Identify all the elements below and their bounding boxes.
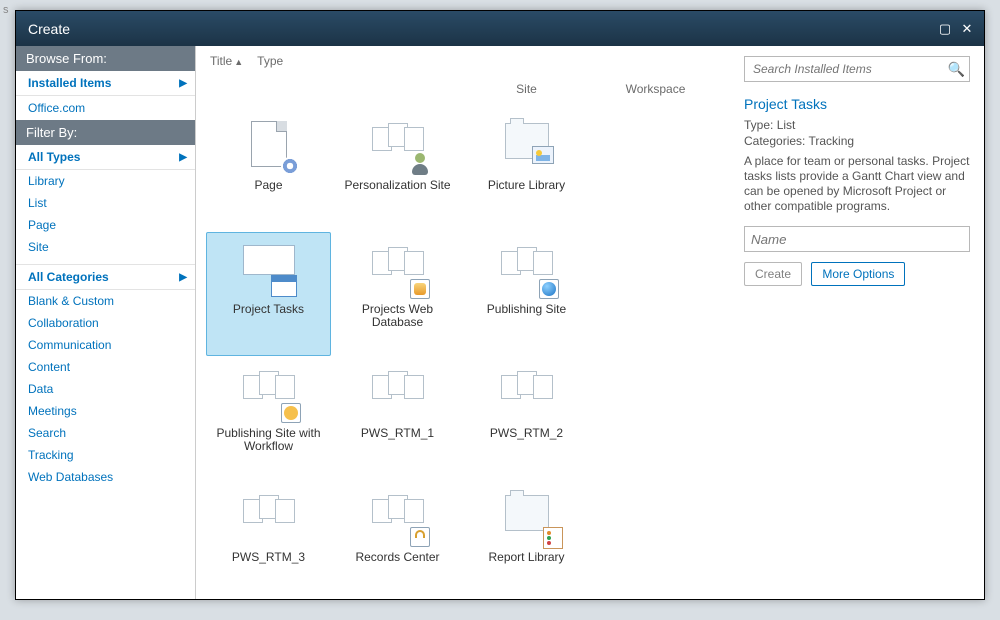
gallery-panel: Title▲ Type Site Workspace Page (196, 46, 734, 599)
filter-cat-content[interactable]: Content (16, 356, 195, 378)
detail-description: A place for team or personal tasks. Proj… (744, 154, 970, 214)
project-tasks-icon (237, 241, 301, 297)
search-input[interactable] (751, 61, 948, 77)
filter-cat-search[interactable]: Search (16, 422, 195, 444)
gallery-sort-header: Title▲ Type (196, 46, 734, 72)
name-input[interactable] (744, 226, 970, 252)
sort-type[interactable]: Type (257, 54, 283, 68)
gallery-item-pws-rtm-2[interactable]: PWS_RTM_2 (464, 356, 589, 480)
gallery-item-pws-rtm-3[interactable]: PWS_RTM_3 (206, 480, 331, 599)
sidebar-item-office[interactable]: Office.com (16, 96, 195, 120)
detail-categories: Categories: Tracking (744, 134, 970, 148)
site-icon (366, 117, 430, 173)
sidebar-item-all-categories[interactable]: All Categories ▶ (16, 264, 195, 290)
close-icon[interactable]: ✕ (958, 20, 976, 38)
records-icon (366, 489, 430, 545)
dialog-title: Create (28, 21, 70, 37)
type-heading (206, 78, 331, 108)
filter-cat-tracking[interactable]: Tracking (16, 444, 195, 466)
publishing-icon (495, 241, 559, 297)
search-box: 🔍 (744, 56, 970, 82)
maximize-icon[interactable]: ▢ (936, 20, 954, 38)
sidebar-item-installed[interactable]: Installed Items ▶ (16, 71, 195, 96)
gallery-item-publishing-site[interactable]: Publishing Site (464, 232, 589, 356)
create-dialog: Create ▢ ✕ Browse From: Installed Items … (15, 10, 985, 600)
filter-cat-blank[interactable]: Blank & Custom (16, 290, 195, 312)
gallery-item-page[interactable]: Page (206, 108, 331, 232)
filter-type-list[interactable]: List (16, 192, 195, 214)
gallery-item-picture-library[interactable]: Picture Library (464, 108, 589, 232)
detail-panel: 🔍 Project Tasks Type: List Categories: T… (734, 46, 984, 599)
create-button[interactable]: Create (744, 262, 802, 286)
gallery-item-projects-web-db[interactable]: Projects Web Database (335, 232, 460, 356)
filter-type-site[interactable]: Site (16, 236, 195, 258)
page-icon (237, 117, 301, 173)
site-icon (366, 365, 430, 421)
filter-cat-webdb[interactable]: Web Databases (16, 466, 195, 488)
chevron-right-icon: ▶ (179, 152, 187, 163)
search-icon[interactable]: 🔍 (948, 61, 965, 78)
category-filter-list: Blank & Custom Collaboration Communicati… (16, 290, 195, 494)
folder-icon (495, 117, 559, 173)
filter-cat-data[interactable]: Data (16, 378, 195, 400)
gallery-item-pws-rtm-1[interactable]: PWS_RTM_1 (335, 356, 460, 480)
gallery-item-personalization[interactable]: Personalization Site (335, 108, 460, 232)
filter-cat-collaboration[interactable]: Collaboration (16, 312, 195, 334)
gallery-item-report-library[interactable]: Report Library (464, 480, 589, 599)
more-options-button[interactable]: More Options (811, 262, 905, 286)
chevron-right-icon: ▶ (179, 272, 187, 283)
detail-title: Project Tasks (744, 96, 970, 112)
title-bar: Create ▢ ✕ (16, 11, 984, 46)
gallery-item-publishing-workflow[interactable]: Publishing Site with Workflow (206, 356, 331, 480)
filter-type-library[interactable]: Library (16, 170, 195, 192)
sidebar: Browse From: Installed Items ▶ Office.co… (16, 46, 196, 599)
detail-type: Type: List (744, 118, 970, 132)
sort-title[interactable]: Title▲ (210, 54, 243, 68)
gallery-item-project-tasks[interactable]: Project Tasks (206, 232, 331, 356)
site-icon (495, 365, 559, 421)
sidebar-item-all-types[interactable]: All Types ▶ (16, 145, 195, 170)
filter-type-page[interactable]: Page (16, 214, 195, 236)
site-icon (237, 489, 301, 545)
filter-cat-meetings[interactable]: Meetings (16, 400, 195, 422)
type-heading: Site (464, 78, 589, 108)
type-filter-list: Library List Page Site (16, 170, 195, 264)
chevron-right-icon: ▶ (179, 78, 187, 89)
sort-asc-icon: ▲ (234, 57, 243, 67)
workflow-icon (237, 365, 301, 421)
database-icon (366, 241, 430, 297)
gallery-scroll[interactable]: Site Workspace Page Personalization Site… (196, 72, 734, 599)
filter-by-header: Filter By: (16, 120, 195, 145)
type-heading (335, 78, 460, 108)
type-heading: Workspace (593, 78, 718, 108)
gallery-item-records-center[interactable]: Records Center (335, 480, 460, 599)
browse-from-header: Browse From: (16, 46, 195, 71)
filter-cat-communication[interactable]: Communication (16, 334, 195, 356)
report-icon (495, 489, 559, 545)
